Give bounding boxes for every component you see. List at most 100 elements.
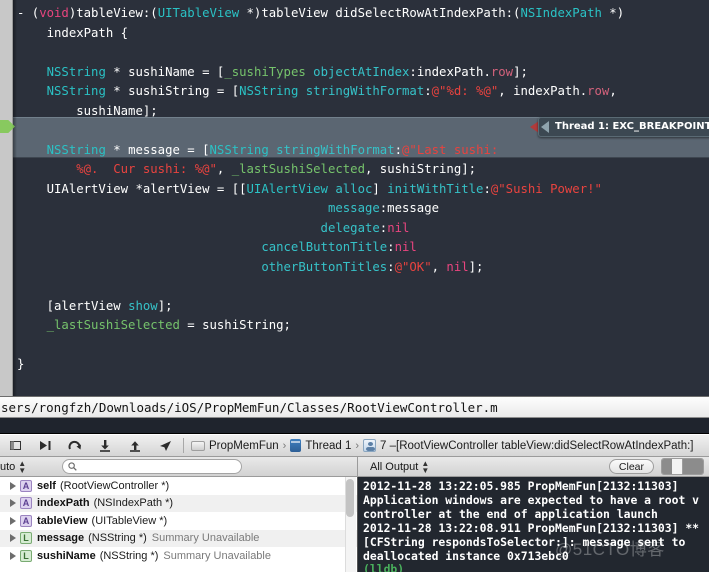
code-token: : — [424, 84, 432, 98]
console-line: deallocated instance 0x713ebc0 — [363, 548, 569, 563]
source-editor[interactable]: - (void)tableView:(UITableView *)tableVi… — [0, 0, 709, 398]
output-scope-popup[interactable]: All Output ▲ ▼ — [370, 459, 429, 474]
variable-row[interactable]: LsushiName (NSString *) Summary Unavailabl… — [0, 547, 357, 565]
code-token: otherButtonTitles — [261, 259, 388, 274]
code-text[interactable]: - (void)tableView:(UITableView *)tableVi… — [17, 4, 709, 398]
code-token: objectAtIndex — [313, 64, 410, 79]
simulate-location-button[interactable] — [150, 435, 180, 457]
panel-toggle-icon — [9, 441, 21, 450]
code-token: nil — [387, 220, 410, 235]
variable-name: indexPath — [37, 497, 90, 510]
code-token: @"%d: %@" — [431, 84, 499, 98]
variables-search-input[interactable] — [62, 459, 242, 474]
code-line: indexPath { — [17, 24, 709, 44]
code-token: stringWithFormat — [305, 84, 425, 98]
code-token: void — [39, 6, 69, 20]
breadcrumb-item-thread[interactable]: Thread 1 — [305, 440, 351, 452]
breadcrumb-separator-1: › — [282, 439, 287, 452]
debug-toolbar[interactable]: PropMemFun › Thread 1 › 7 –[RootViewCont… — [0, 434, 709, 457]
debug-view-segmented-control[interactable] — [661, 458, 704, 475]
code-token: [alertView — [17, 298, 129, 313]
continue-button[interactable] — [30, 435, 60, 457]
code-line: _lastSushiSelected = sushiString; — [17, 316, 709, 336]
variable-row[interactable]: AindexPath (NSIndexPath *) — [0, 494, 357, 512]
variable-summary: Summary Unavailable — [163, 549, 271, 562]
breakpoint-message-badge[interactable]: Thread 1: EXC_BREAKPOINT — [538, 117, 709, 137]
code-token: *) — [601, 6, 625, 20]
console-control-bar[interactable]: All Output ▲ ▼ Clear — [357, 457, 709, 476]
variable-scope-popup[interactable]: uto ▲ ▼ — [0, 458, 52, 475]
code-token: UIAlertView — [246, 181, 328, 196]
code-token: , — [431, 259, 447, 274]
variables-view[interactable]: Aself (RootViewController *) AindexPath (NS… — [0, 477, 357, 572]
variable-type: (RootViewController *) — [59, 479, 170, 492]
code-token: stringWithFormat — [276, 142, 395, 157]
clear-console-button[interactable]: Clear — [608, 459, 654, 474]
variable-scope-label: uto — [0, 460, 16, 473]
argument-kind-icon: A — [20, 497, 32, 510]
chevron-updown-icon: ▲ ▼ — [18, 458, 27, 475]
breadcrumb[interactable]: PropMemFun › Thread 1 › 7 –[RootViewCont… — [191, 439, 694, 452]
show-console-only-button[interactable] — [683, 459, 703, 474]
code-token: :message — [379, 201, 440, 215]
argument-kind-icon: A — [20, 479, 32, 492]
code-token: - ( — [17, 6, 40, 20]
code-token: )tableView:( — [68, 6, 158, 20]
code-token: NSIndexPath — [520, 6, 602, 20]
editor-gutter[interactable] — [0, 0, 13, 398]
breadcrumb-item-frame[interactable]: 7 –[RootViewController tableView:didSele… — [380, 440, 693, 452]
code-token: @"Sushi Power!" — [490, 181, 602, 196]
code-token: : — [394, 142, 403, 157]
step-out-button[interactable] — [120, 435, 150, 457]
disclosure-triangle-icon[interactable] — [10, 499, 16, 508]
variable-type: (NSString *) — [99, 549, 159, 562]
code-token: %@. Cur sushi: %@" — [76, 162, 217, 176]
project-icon — [191, 440, 205, 451]
code-token: cancelButtonTitle — [261, 240, 388, 254]
variable-type: (NSIndexPath *) — [93, 497, 174, 510]
variable-row[interactable]: Lmessage (NSString *) Summary Unavailable — [0, 529, 357, 547]
code-token: _sushiTypes — [224, 64, 306, 79]
disclosure-triangle-icon[interactable] — [10, 481, 16, 490]
disclosure-triangle-icon[interactable] — [10, 534, 16, 543]
location-arrow-icon — [159, 440, 171, 451]
code-token: row — [587, 84, 610, 98]
output-scope-label: All Output — [370, 460, 419, 473]
step-over-button[interactable] — [60, 435, 90, 457]
console-output-view[interactable]: 2012-11-28 13:22:05.985 PropMemFun[2132:… — [357, 477, 709, 572]
code-token: @"OK" — [394, 259, 432, 274]
breadcrumb-separator-2: › — [355, 439, 360, 452]
console-line: 2012-11-28 13:22:05.985 PropMemFun[2132:… — [363, 479, 679, 493]
code-line: otherButtonTitles:@"OK", nil]; — [17, 258, 709, 278]
breadcrumb-item-process[interactable]: PropMemFun — [209, 440, 279, 452]
disclosure-triangle-icon[interactable] — [10, 516, 16, 525]
code-token: = sushiString; — [179, 318, 291, 332]
variables-scrollbar-track[interactable] — [345, 477, 356, 572]
disclosure-triangle-icon[interactable] — [10, 551, 16, 560]
variable-name: message — [37, 532, 85, 545]
console-line: 2012-11-28 13:22:08.911 PropMemFun[2132:… — [363, 520, 700, 535]
code-token: ]; — [157, 298, 173, 313]
debug-area-toggle-button[interactable] — [0, 435, 30, 457]
code-token: * message = [ — [105, 142, 210, 157]
variable-row[interactable]: AtableView (UITableView *) — [0, 512, 357, 530]
variable-row[interactable]: Aself (RootViewController *) — [0, 477, 357, 495]
stack-frame-icon — [363, 439, 377, 452]
code-token: @"Last sushi: — [402, 142, 499, 157]
variable-type: (NSString *) — [88, 532, 147, 545]
variables-scrollbar-thumb[interactable] — [346, 479, 354, 517]
code-token: initWithTitle — [387, 181, 484, 196]
file-path-bar[interactable]: sers/rongfzh/Downloads/iOS/PropMemFun/Cl… — [0, 396, 709, 418]
local-kind-icon: L — [20, 549, 32, 562]
show-variables-only-button[interactable] — [662, 459, 682, 474]
step-into-button[interactable] — [90, 435, 120, 457]
code-line: %@. Cur sushi: %@", _lastSushiSelected, … — [17, 160, 709, 180]
code-line: NSString * sushiName = [_sushiTypes obje… — [17, 63, 709, 83]
code-line: [alertView show]; — [17, 297, 709, 317]
xcode-window: - (void)tableView:(UITableView *)tableVi… — [0, 0, 709, 572]
debug-filter-bar[interactable]: uto ▲ ▼ All Output ▲ ▼ Clear — [0, 457, 709, 477]
code-token: ]; — [468, 259, 484, 274]
local-kind-icon: L — [20, 532, 32, 545]
